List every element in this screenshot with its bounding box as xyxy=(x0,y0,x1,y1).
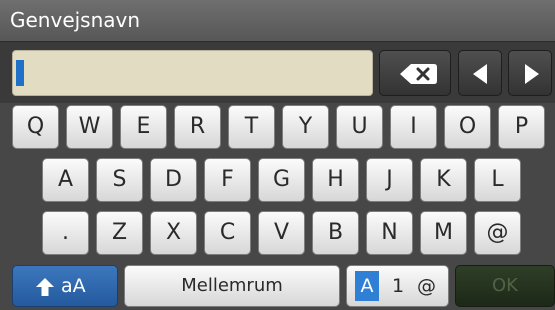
key-v[interactable]: V xyxy=(258,211,305,255)
key-s[interactable]: S xyxy=(96,158,143,202)
key-o[interactable]: O xyxy=(444,105,491,149)
key-t[interactable]: T xyxy=(228,105,275,149)
title-bar: Genvejsnavn xyxy=(0,0,555,42)
key-m[interactable]: M xyxy=(420,211,467,255)
key-n[interactable]: N xyxy=(366,211,413,255)
key-e[interactable]: E xyxy=(120,105,167,149)
shift-label: aA xyxy=(61,275,86,297)
key-g[interactable]: G xyxy=(258,158,305,202)
key-b[interactable]: B xyxy=(312,211,359,255)
key-a[interactable]: A xyxy=(42,158,89,202)
cursor-left-button[interactable] xyxy=(458,50,502,96)
key-j[interactable]: J xyxy=(366,158,413,202)
key-w[interactable]: W xyxy=(66,105,113,149)
key-i[interactable]: I xyxy=(390,105,437,149)
text-cursor xyxy=(16,60,24,86)
key-l[interactable]: L xyxy=(474,158,521,202)
key-p[interactable]: P xyxy=(498,105,545,149)
name-input[interactable] xyxy=(12,50,373,96)
key-at[interactable]: @ xyxy=(474,211,521,255)
ok-button[interactable]: OK xyxy=(455,265,555,307)
key-r[interactable]: R xyxy=(174,105,221,149)
space-button[interactable]: Mellemrum xyxy=(124,265,340,307)
cursor-right-button[interactable] xyxy=(508,50,552,96)
key-f[interactable]: F xyxy=(204,158,251,202)
key-x[interactable]: X xyxy=(150,211,197,255)
right-arrow-icon xyxy=(525,64,539,84)
key-h[interactable]: H xyxy=(312,158,359,202)
key-d[interactable]: D xyxy=(150,158,197,202)
screen-title: Genvejsnavn xyxy=(10,8,141,32)
key-u[interactable]: U xyxy=(336,105,383,149)
key-k[interactable]: K xyxy=(420,158,467,202)
key-q[interactable]: Q xyxy=(12,105,59,149)
mode-numbers: 1 xyxy=(392,275,405,297)
up-arrow-icon xyxy=(36,278,54,296)
shift-case-button[interactable]: aA xyxy=(12,265,118,307)
key-period[interactable]: . xyxy=(42,211,89,255)
mode-symbols: @ xyxy=(417,275,436,297)
key-c[interactable]: C xyxy=(204,211,251,255)
left-arrow-icon xyxy=(473,64,487,84)
key-z[interactable]: Z xyxy=(96,211,143,255)
backspace-button[interactable] xyxy=(379,50,451,96)
backspace-x-icon xyxy=(400,64,437,84)
mode-letters-active: A xyxy=(355,271,379,301)
key-y[interactable]: Y xyxy=(282,105,329,149)
input-mode-button[interactable]: A 1 @ xyxy=(346,265,449,307)
